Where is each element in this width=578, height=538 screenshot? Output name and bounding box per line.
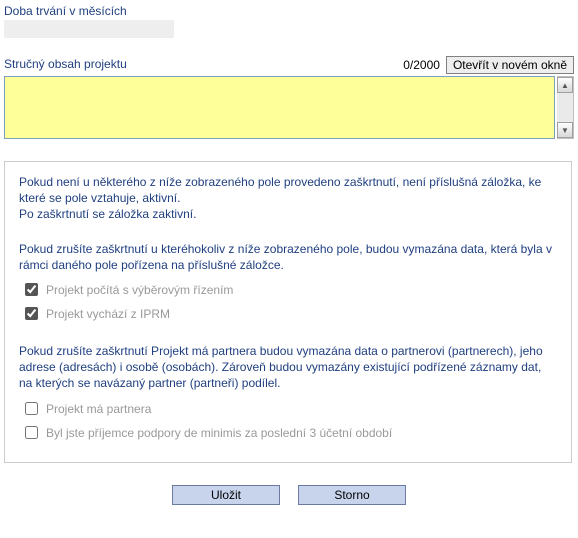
checkbox-row-selection-procedure[interactable]: Projekt počítá s výběrovým řízením (25, 283, 557, 297)
save-button[interactable]: Uložit (172, 485, 280, 505)
checkbox-label: Byl jste příjemce podpory de minimis za … (46, 426, 392, 440)
scroll-down-icon[interactable]: ▼ (557, 122, 573, 138)
info-box: Pokud není u některého z níže zobrazenéh… (4, 161, 572, 463)
info-paragraph-1: Pokud není u některého z níže zobrazenéh… (19, 174, 557, 223)
info-text-line: Pokud není u některého z níže zobrazenéh… (19, 175, 541, 205)
scroll-up-icon[interactable]: ▲ (557, 77, 573, 93)
checkbox-partner[interactable] (25, 402, 38, 415)
checkbox-row-de-minimis[interactable]: Byl jste příjemce podpory de minimis za … (25, 426, 557, 440)
checkbox-selection-procedure[interactable] (25, 283, 38, 296)
checkbox-label: Projekt má partnera (46, 402, 151, 416)
duration-input (4, 20, 174, 38)
cancel-button[interactable]: Storno (298, 485, 406, 505)
info-text-line: Po zaškrtnutí se záložka zaktivní. (19, 207, 196, 221)
checkbox-iprm[interactable] (25, 307, 38, 320)
info-paragraph-2: Pokud zrušíte zaškrtnutí u kteréhokoliv … (19, 241, 557, 273)
summary-textarea[interactable] (4, 76, 555, 139)
checkbox-label: Projekt počítá s výběrovým řízením (46, 283, 233, 297)
checkbox-row-iprm[interactable]: Projekt vychází z IPRM (25, 307, 557, 321)
checkbox-de-minimis[interactable] (25, 426, 38, 439)
checkbox-row-partner[interactable]: Projekt má partnera (25, 402, 557, 416)
open-new-window-button[interactable]: Otevřít v novém okně (446, 56, 574, 74)
checkbox-label: Projekt vychází z IPRM (46, 307, 170, 321)
textarea-scrollbar[interactable]: ▲ ▼ (557, 76, 574, 139)
summary-counter: 0/2000 (403, 58, 440, 72)
info-paragraph-3: Pokud zrušíte zaškrtnutí Projekt má part… (19, 343, 557, 392)
duration-label: Doba trvání v měsících (4, 4, 574, 18)
summary-label: Stručný obsah projektu (4, 57, 403, 71)
